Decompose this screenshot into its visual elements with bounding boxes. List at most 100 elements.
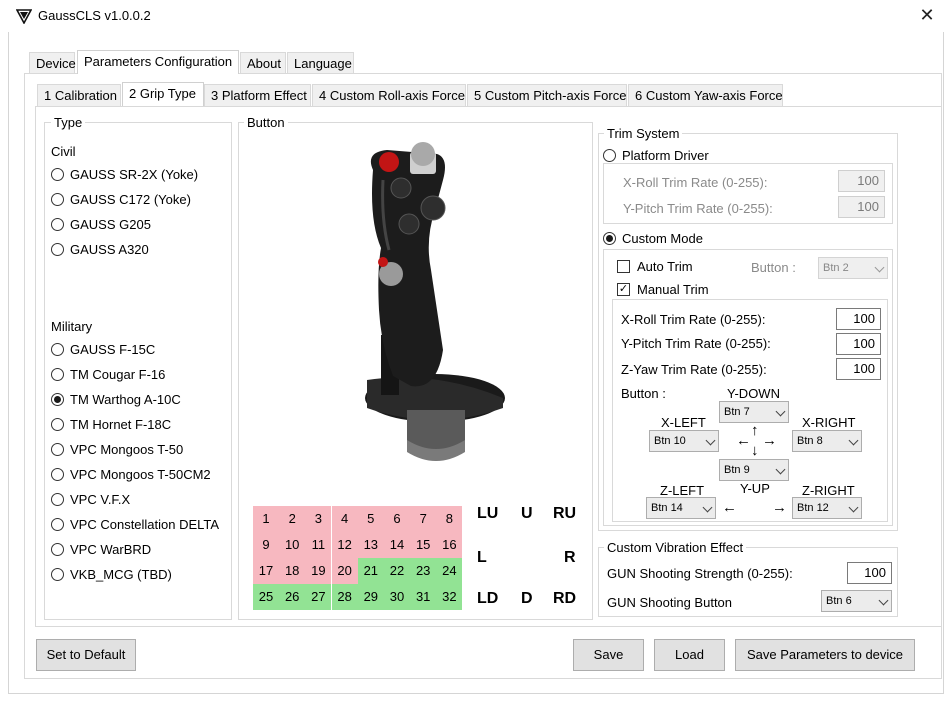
radio-gauss-a320[interactable]: GAUSS A320	[51, 242, 149, 257]
x-right-select[interactable]: Btn 8	[792, 430, 862, 452]
direction-u: U	[521, 505, 533, 522]
grid-button-cell: 30	[384, 584, 410, 610]
radio-circle-icon	[51, 468, 64, 481]
tab-custom-yaw-axis-force[interactable]: 6 Custom Yaw-axis Force	[628, 84, 783, 106]
radio-vkb-mcg[interactable]: VKB_MCG (TBD)	[51, 567, 172, 582]
tab-custom-roll-axis-force[interactable]: 4 Custom Roll-axis Force	[312, 84, 466, 106]
manual-trim-checkbox[interactable]: ✓ Manual Trim	[617, 282, 709, 297]
checkmark-icon: ✓	[617, 283, 630, 296]
gun-button-select[interactable]: Btn 6	[821, 590, 892, 612]
grid-button-cell: 18	[279, 558, 306, 584]
auto-trim-checkbox[interactable]: Auto Trim	[617, 259, 693, 274]
z-yaw-trim-input[interactable]: 100	[836, 358, 881, 380]
app-logo-icon	[16, 9, 32, 24]
tab-language[interactable]: Language	[287, 52, 354, 74]
radio-circle-icon	[51, 418, 64, 431]
trim-system-title: Trim System	[604, 127, 683, 141]
set-to-default-button[interactable]: Set to Default	[36, 639, 136, 671]
z-right-select[interactable]: Btn 12	[792, 497, 862, 519]
y-down-label: Y-DOWN	[727, 386, 780, 401]
radio-circle-icon	[51, 343, 64, 356]
direction-d: D	[521, 590, 533, 607]
radio-circle-icon	[51, 568, 64, 581]
radio-gauss-f-15c[interactable]: GAUSS F-15C	[51, 342, 155, 357]
z-arrow-left-icon: ←	[722, 499, 737, 516]
x-left-label: X-LEFT	[661, 415, 706, 430]
radio-vpc-warbrd[interactable]: VPC WarBRD	[51, 542, 151, 557]
radio-circle-icon	[51, 243, 64, 256]
load-button[interactable]: Load	[654, 639, 725, 671]
grid-button-cell: 25	[253, 584, 279, 610]
civil-label: Civil	[51, 144, 76, 159]
window-title: GaussCLS v1.0.0.2	[38, 8, 151, 23]
direction-l: L	[477, 549, 487, 566]
radio-custom-mode[interactable]: Custom Mode	[603, 231, 707, 246]
grid-button-cell: 5	[357, 506, 384, 532]
grid-button-cell: 24	[436, 558, 463, 584]
radio-circle-icon	[603, 149, 616, 162]
arrow-left-icon: ←	[736, 432, 751, 449]
grid-button-cell: 3	[305, 506, 332, 532]
save-button[interactable]: Save	[573, 639, 644, 671]
radio-platform-driver[interactable]: Platform Driver	[603, 148, 713, 163]
grid-button-cell: 10	[279, 532, 306, 558]
y-down-select[interactable]: Btn 7	[719, 401, 789, 423]
grid-button-cell: 22	[384, 558, 410, 584]
arrow-right-icon: →	[762, 432, 777, 449]
close-icon[interactable]: ✕	[916, 4, 938, 26]
radio-tm-warthog-a-10c[interactable]: TM Warthog A-10C	[51, 392, 181, 407]
z-left-select[interactable]: Btn 14	[646, 497, 716, 519]
direction-rd: RD	[553, 590, 577, 607]
tab-calibration[interactable]: 1 Calibration	[37, 84, 121, 106]
grid-button-cell: 6	[384, 506, 410, 532]
grid-button-cell: 7	[410, 506, 437, 532]
gun-button-label: GUN Shooting Button	[607, 595, 733, 610]
radio-gauss-c172[interactable]: GAUSS C172 (Yoke)	[51, 192, 191, 207]
title-bar: GaussCLS v1.0.0.2 ✕	[0, 0, 950, 32]
save-to-device-button[interactable]: Save Parameters to device	[735, 639, 915, 671]
radio-circle-icon	[51, 443, 64, 456]
auto-trim-button-select[interactable]: Btn 2	[818, 257, 888, 279]
tab-about[interactable]: About	[240, 52, 286, 74]
tab-custom-pitch-axis-force[interactable]: 5 Custom Pitch-axis Force	[467, 84, 627, 106]
radio-vpc-mongoos-t-50[interactable]: VPC Mongoos T-50	[51, 442, 183, 457]
y-pitch-trim-label: Y-Pitch Trim Rate (0-255):	[621, 336, 771, 351]
pd-y-pitch-input[interactable]: 100	[838, 196, 885, 218]
radio-gauss-sr-2x[interactable]: GAUSS SR-2X (Yoke)	[51, 167, 198, 182]
radio-gauss-g205[interactable]: GAUSS G205	[51, 217, 151, 232]
x-right-label: X-RIGHT	[802, 415, 856, 430]
gun-strength-input[interactable]: 100	[847, 562, 892, 584]
chevron-down-icon	[848, 435, 859, 446]
checkbox-unchecked-icon	[617, 260, 630, 273]
tab-device[interactable]: Device	[29, 52, 76, 74]
z-yaw-trim-label: Z-Yaw Trim Rate (0-255):	[621, 362, 767, 377]
grid-button-cell: 19	[305, 558, 332, 584]
arrow-up-icon: ↑	[751, 422, 759, 439]
chevron-down-icon	[874, 262, 885, 273]
grid-button-cell: 8	[436, 506, 463, 532]
radio-vpc-mongoos-t-50cm2[interactable]: VPC Mongoos T-50CM2	[51, 467, 211, 482]
pd-x-roll-input[interactable]: 100	[838, 170, 885, 192]
grid-button-cell: 17	[253, 558, 279, 584]
button-group-title: Button	[244, 116, 288, 130]
grid-button-cell: 29	[357, 584, 384, 610]
gun-strength-label: GUN Shooting Strength (0-255):	[607, 566, 793, 581]
z-right-label: Z-RIGHT	[802, 483, 855, 498]
y-up-select[interactable]: Btn 9	[719, 459, 789, 481]
grid-button-cell: 1	[253, 506, 279, 532]
tab-parameters-configuration[interactable]: Parameters Configuration	[77, 50, 239, 74]
x-roll-trim-input[interactable]: 100	[836, 308, 881, 330]
grid-button-cell: 26	[279, 584, 306, 610]
radio-vpc-vfx[interactable]: VPC V.F.X	[51, 492, 130, 507]
x-left-select[interactable]: Btn 10	[649, 430, 719, 452]
grid-button-cell: 28	[331, 584, 358, 610]
tab-grip-type[interactable]: 2 Grip Type	[122, 82, 204, 106]
y-pitch-trim-input[interactable]: 100	[836, 333, 881, 355]
radio-circle-icon	[51, 368, 64, 381]
radio-tm-cougar-f-16[interactable]: TM Cougar F-16	[51, 367, 165, 382]
radio-tm-hornet-f-18c[interactable]: TM Hornet F-18C	[51, 417, 171, 432]
radio-selected-icon	[603, 232, 616, 245]
tab-platform-effect[interactable]: 3 Platform Effect	[204, 84, 311, 106]
chevron-down-icon	[878, 595, 889, 606]
radio-vpc-constellation-delta[interactable]: VPC Constellation DELTA	[51, 517, 219, 532]
